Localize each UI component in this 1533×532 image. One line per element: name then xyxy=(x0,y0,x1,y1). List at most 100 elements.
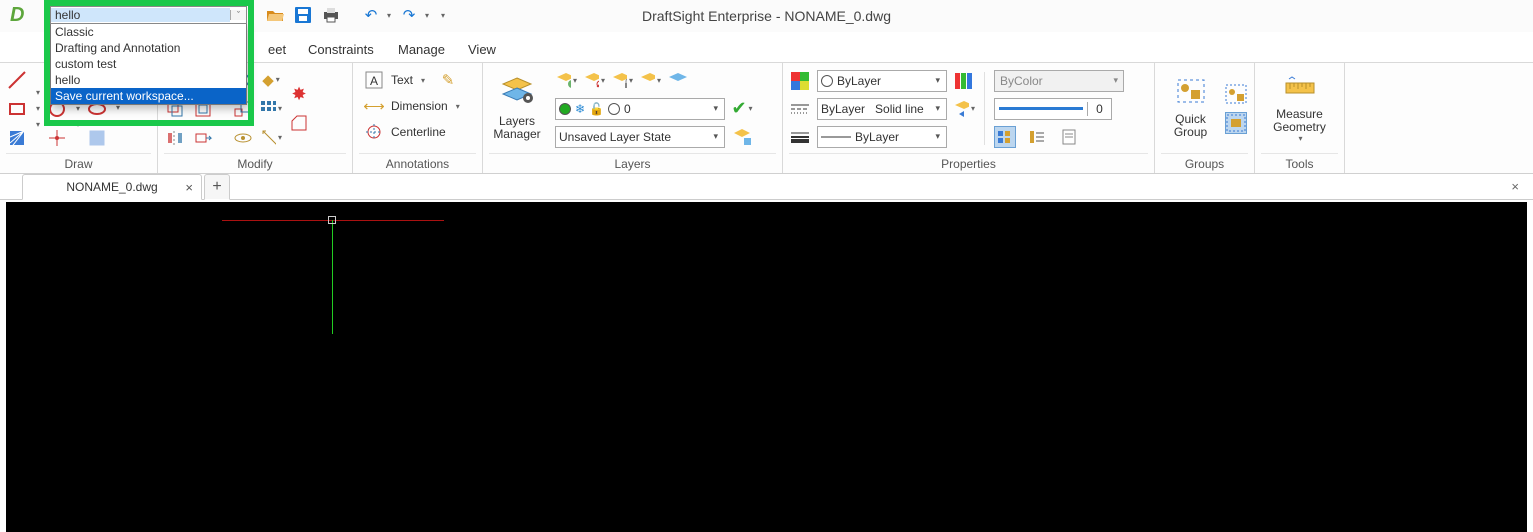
stretch-tool[interactable] xyxy=(192,127,214,149)
layers-manager-label: Layers Manager xyxy=(493,115,540,141)
qat-customize[interactable]: ▾ xyxy=(441,11,445,20)
menu-manage[interactable]: Manage xyxy=(398,42,445,57)
workspace-item-classic[interactable]: Classic xyxy=(51,24,246,40)
panel-title-properties: Properties xyxy=(789,153,1148,173)
list-view-detail[interactable] xyxy=(1058,126,1080,148)
workspace-dropdown[interactable]: hello ˇ xyxy=(50,6,247,24)
plotstyle-dropdown[interactable]: ByColor ▾ xyxy=(994,70,1124,92)
tabs-close-icon[interactable]: × xyxy=(1511,179,1519,194)
chevron-down-icon[interactable]: ▾ xyxy=(76,120,80,129)
open-button[interactable] xyxy=(265,5,285,25)
document-tab-label: NONAME_0.dwg xyxy=(66,180,157,194)
lineweight-value: ByLayer xyxy=(855,130,899,144)
chamfer-tool[interactable] xyxy=(288,112,310,134)
lineweight-dropdown[interactable]: ByLayer ▾ xyxy=(817,126,947,148)
line-tool[interactable] xyxy=(6,69,28,91)
chevron-down-icon[interactable]: ▾ xyxy=(36,104,40,113)
measure-geometry-button[interactable]: Measure Geometry ▾ xyxy=(1272,74,1328,143)
panel-title-layers: Layers xyxy=(489,153,776,173)
layer-state-manager[interactable] xyxy=(731,126,753,148)
print-button[interactable] xyxy=(321,5,341,25)
drawing-canvas[interactable] xyxy=(6,202,1527,532)
linestyle-dropdown[interactable]: ByLayer Solid line ▾ xyxy=(817,98,947,120)
workspace-item-drafting[interactable]: Drafting and Annotation xyxy=(51,40,246,56)
workspace-item-hello[interactable]: hello xyxy=(51,72,246,88)
layers-manager-button[interactable]: Layers Manager xyxy=(489,76,545,141)
color-picker-icon[interactable] xyxy=(789,70,811,92)
rectangle-tool[interactable] xyxy=(6,98,28,120)
layer-match-tool[interactable]: ✔▾ xyxy=(731,98,753,120)
new-tab-button[interactable]: + xyxy=(204,174,230,200)
chevron-down-icon: ▾ xyxy=(932,75,943,86)
multileader-tool[interactable]: ✎ xyxy=(437,69,459,91)
document-tab-active[interactable]: NONAME_0.dwg × xyxy=(22,174,202,200)
group-select-tool[interactable] xyxy=(1225,112,1247,134)
dimension-label: Dimension xyxy=(391,99,448,113)
menu-sheet[interactable]: eet xyxy=(268,42,286,57)
save-button[interactable] xyxy=(293,5,313,25)
layer-walk-tool[interactable] xyxy=(667,70,689,92)
chevron-down-icon: ▾ xyxy=(932,131,943,142)
chevron-down-icon[interactable]: ▾ xyxy=(1298,134,1302,143)
workspace-list: Classic Drafting and Annotation custom t… xyxy=(50,24,247,105)
cursor-pickbox xyxy=(328,216,336,224)
match-properties-tool[interactable] xyxy=(953,70,975,92)
thickness-input[interactable]: 0 xyxy=(994,98,1112,120)
undo-button[interactable]: ↶ xyxy=(361,5,381,25)
layer-state-dropdown[interactable]: Unsaved Layer State ▾ xyxy=(555,126,725,148)
array-tool[interactable]: ▾ xyxy=(260,98,282,120)
panel-title-groups: Groups xyxy=(1161,153,1248,173)
centerline-tool[interactable]: Centerline xyxy=(359,120,450,144)
layer-off-tool[interactable]: ▾ xyxy=(583,70,605,92)
group-edit-tool[interactable] xyxy=(1225,83,1247,105)
chevron-down-icon[interactable]: ▾ xyxy=(456,102,460,111)
redo-dropdown[interactable]: ▾ xyxy=(425,11,429,20)
active-layer-name: 0 xyxy=(624,102,631,116)
close-tab-icon[interactable]: × xyxy=(185,180,193,195)
layers-manager-icon xyxy=(500,76,534,113)
color-swatch xyxy=(821,75,833,87)
layer-previous-tool[interactable]: ▾ xyxy=(953,98,975,120)
svg-text:A: A xyxy=(370,74,378,88)
chevron-down-icon[interactable]: ▾ xyxy=(421,76,425,85)
app-logo: D xyxy=(10,4,46,30)
panel-title-annotations: Annotations xyxy=(359,153,476,173)
fillet-tool[interactable]: ◆▾ xyxy=(260,69,282,91)
chevron-down-icon[interactable]: ▾ xyxy=(36,120,40,129)
panel-title-draw: Draw xyxy=(6,153,151,173)
list-view-active[interactable] xyxy=(994,126,1016,148)
undo-dropdown[interactable]: ▾ xyxy=(387,11,391,20)
menu-constraints[interactable]: Constraints xyxy=(308,42,374,57)
list-view-compact[interactable] xyxy=(1026,126,1048,148)
quick-group-button[interactable]: Quick Group xyxy=(1163,78,1219,139)
panel-title-tools: Tools xyxy=(1261,153,1338,173)
align-tool[interactable]: ▾ xyxy=(260,127,282,149)
text-tool[interactable]: A Text ▾ ✎ xyxy=(359,68,463,92)
color-value: ByLayer xyxy=(837,74,881,88)
chevron-down-icon[interactable]: ▾ xyxy=(76,104,80,113)
layer-on-icon xyxy=(559,103,571,115)
chevron-down-icon[interactable]: ▾ xyxy=(36,88,40,97)
chevron-down-icon: ▾ xyxy=(932,103,943,114)
layer-freeze-tool[interactable]: ▾ xyxy=(555,70,577,92)
dimension-tool[interactable]: ⟷ Dimension ▾ xyxy=(359,94,464,118)
rotate3d-tool[interactable] xyxy=(232,127,254,149)
color-dropdown[interactable]: ByLayer ▾ xyxy=(817,70,947,92)
chevron-down-icon: ˇ xyxy=(230,10,246,20)
chevron-down-icon: ▾ xyxy=(710,131,721,142)
layer-lock-tool[interactable]: ▾ xyxy=(611,70,633,92)
region-tool[interactable] xyxy=(86,127,108,149)
hatch-tool[interactable] xyxy=(6,127,28,149)
menu-view[interactable]: View xyxy=(468,42,496,57)
active-layer-dropdown[interactable]: ❄ 🔓 0 ▾ xyxy=(555,98,725,120)
layer-thaw-icon: ❄ xyxy=(575,102,585,116)
redo-button[interactable]: ↷ xyxy=(399,5,419,25)
point-tool[interactable] xyxy=(46,127,68,149)
chevron-down-icon: ▾ xyxy=(1113,75,1118,86)
explode-tool[interactable]: ✸ xyxy=(288,83,310,105)
workspace-item-save[interactable]: Save current workspace... xyxy=(51,88,246,104)
layer-unlock-icon: 🔓 xyxy=(589,102,604,116)
workspace-item-custom[interactable]: custom test xyxy=(51,56,246,72)
mirror-tool[interactable] xyxy=(164,127,186,149)
layer-isolate-tool[interactable]: ▾ xyxy=(639,70,661,92)
